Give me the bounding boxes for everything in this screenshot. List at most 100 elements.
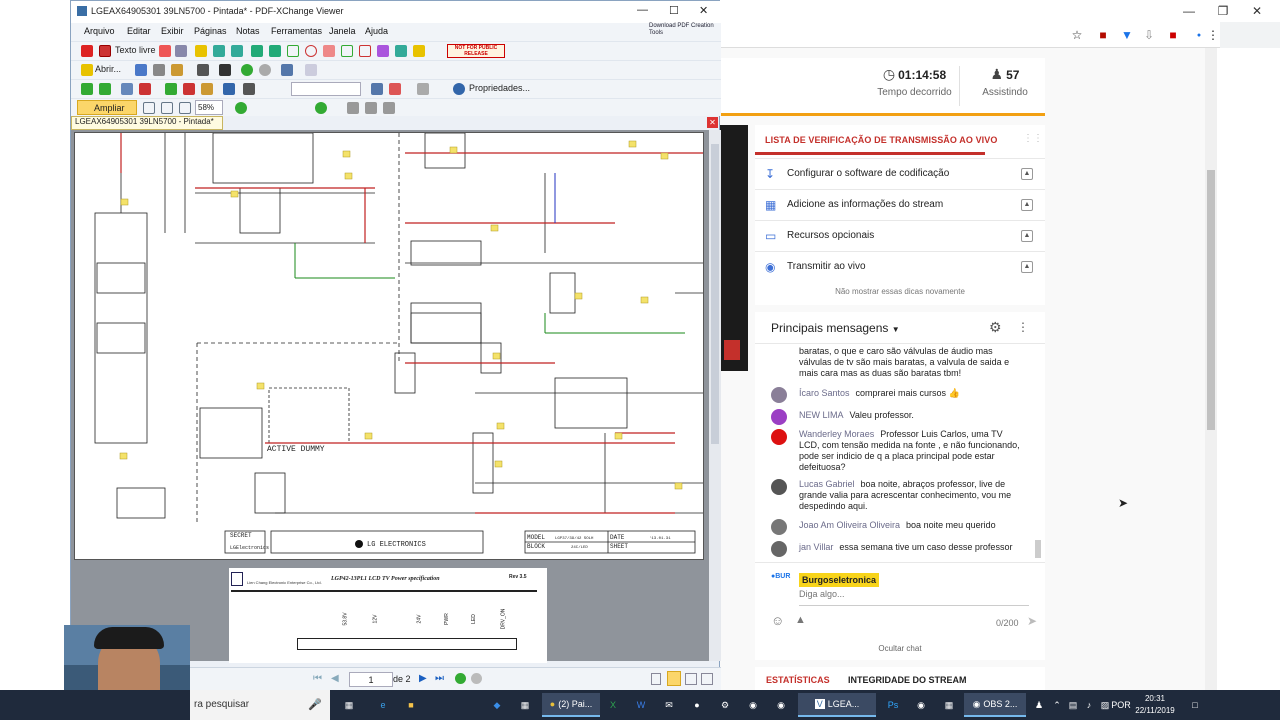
rectangle-icon[interactable] bbox=[287, 45, 299, 57]
properties-button[interactable]: Propriedades... bbox=[469, 83, 530, 93]
zoom-out-icon[interactable] bbox=[235, 102, 247, 114]
expand-icon[interactable]: ▲ bbox=[1021, 260, 1033, 273]
hide-tips-link[interactable]: Não mostrar essas dicas novamente bbox=[755, 287, 1045, 296]
back-icon[interactable] bbox=[241, 64, 253, 76]
ocr-icon[interactable] bbox=[219, 64, 231, 76]
strikeout-icon[interactable] bbox=[213, 45, 225, 57]
chat-author[interactable]: jan Villar bbox=[799, 542, 833, 552]
zoom-value-field[interactable]: 58% bbox=[195, 100, 223, 115]
textbox-icon[interactable] bbox=[175, 45, 187, 57]
notifications-icon[interactable]: □ bbox=[1185, 693, 1205, 717]
download-extension-icon[interactable]: ⇩ bbox=[1140, 26, 1158, 44]
network-icon[interactable]: ▤ bbox=[1066, 693, 1080, 717]
pencil-icon[interactable] bbox=[377, 45, 389, 57]
mail-icon[interactable]: ✉ bbox=[658, 693, 680, 717]
star-icon[interactable]: ☆ bbox=[1068, 26, 1086, 44]
gear-icon[interactable]: ⚙ bbox=[989, 319, 1002, 336]
expand-icon[interactable]: ▲ bbox=[1021, 198, 1033, 211]
document-tab[interactable]: LGEAX64905301 39LN5700 - Pintada* bbox=[71, 116, 223, 130]
drag-handle-icon[interactable]: ⋮⋮ bbox=[1023, 133, 1043, 144]
typewriter-icon[interactable] bbox=[99, 45, 111, 57]
camera-icon[interactable]: ◉ bbox=[910, 693, 932, 717]
properties-icon[interactable] bbox=[453, 83, 465, 95]
emoji-icon[interactable]: ☺ bbox=[771, 613, 784, 628]
maximize-icon[interactable]: ☐ bbox=[669, 4, 679, 17]
rotate-right-icon[interactable] bbox=[99, 83, 111, 95]
facing-continuous-icon[interactable] bbox=[701, 673, 713, 685]
select-tool-icon[interactable] bbox=[365, 102, 377, 114]
chat-author[interactable]: NEW LIMA bbox=[799, 410, 844, 420]
edge-icon[interactable]: e bbox=[372, 693, 394, 717]
print-icon[interactable] bbox=[153, 64, 165, 76]
menu-paginas[interactable]: Páginas bbox=[194, 26, 227, 36]
forward-view-icon[interactable] bbox=[471, 673, 482, 684]
people-tray-icon[interactable]: ♟ bbox=[1032, 693, 1046, 717]
calculator-icon[interactable]: ▦ bbox=[514, 693, 536, 717]
chat-input[interactable] bbox=[799, 589, 1019, 599]
underline-icon[interactable] bbox=[231, 45, 243, 57]
chat-author[interactable]: Joao Am Oliveira Oliveira bbox=[799, 520, 900, 530]
obs-taskbar-button[interactable]: ◉ OBS 2... bbox=[964, 693, 1026, 717]
super-chat-icon[interactable]: ▲ bbox=[795, 614, 806, 626]
menu-editar[interactable]: Editar bbox=[127, 26, 151, 36]
delete-page-icon[interactable] bbox=[183, 83, 195, 95]
facing-icon[interactable] bbox=[685, 673, 697, 685]
pages-icon[interactable] bbox=[121, 83, 133, 95]
back-view-icon[interactable] bbox=[455, 673, 466, 684]
open-button[interactable]: Abrir... bbox=[95, 64, 121, 74]
rotate-left-icon[interactable] bbox=[81, 83, 93, 95]
note-icon[interactable] bbox=[81, 45, 93, 57]
actual-size-icon[interactable] bbox=[179, 102, 191, 114]
minimize-icon[interactable]: — bbox=[637, 4, 648, 16]
chat-author[interactable]: Ícaro Santos bbox=[799, 388, 850, 398]
pdf-scrollbar[interactable] bbox=[709, 130, 721, 661]
hide-chat-button[interactable]: Ocultar chat bbox=[755, 644, 1045, 653]
extension-red-icon[interactable]: ■ bbox=[1164, 26, 1182, 44]
checklist-item-optional[interactable]: ▭ Recursos opcionais ▲ bbox=[755, 220, 1045, 250]
first-page-icon[interactable]: ⏮ bbox=[313, 673, 322, 684]
zoom-tool-button[interactable]: Ampliar bbox=[77, 100, 137, 115]
extract-icon[interactable] bbox=[201, 83, 213, 95]
last-page-icon[interactable]: ⏭ bbox=[435, 673, 444, 684]
continuous-icon[interactable] bbox=[667, 671, 681, 686]
link-icon[interactable] bbox=[223, 83, 235, 95]
prev-page-icon[interactable]: ◀ bbox=[331, 673, 339, 684]
menu-exibir[interactable]: Exibir bbox=[161, 26, 184, 36]
zoom-in-icon[interactable] bbox=[315, 102, 327, 114]
oval-icon[interactable] bbox=[305, 45, 317, 57]
extension-v-icon[interactable]: ▼ bbox=[1118, 26, 1136, 44]
cloud-icon[interactable] bbox=[323, 45, 335, 57]
fit-width-icon[interactable] bbox=[161, 102, 173, 114]
measure-icon[interactable] bbox=[243, 83, 255, 95]
language-indicator[interactable]: POR bbox=[1108, 693, 1134, 717]
word-icon[interactable]: W bbox=[630, 693, 652, 717]
chat-scrollbar[interactable] bbox=[1035, 540, 1041, 558]
document-area[interactable]: ACTIVE DUMMY SECRET LGElectronics LG ELE… bbox=[71, 130, 709, 663]
restore-icon[interactable]: ❐ bbox=[1206, 0, 1240, 22]
polyline-icon[interactable] bbox=[359, 45, 371, 57]
hand-tool-icon[interactable] bbox=[347, 102, 359, 114]
free-text-button[interactable]: Texto livre bbox=[115, 45, 156, 55]
menu-ajuda[interactable]: Ajuda bbox=[365, 26, 388, 36]
taskbar-search[interactable]: ra pesquisar 🎤 bbox=[190, 690, 330, 720]
chevron-up-icon[interactable]: ⌃ bbox=[1050, 693, 1064, 717]
close-icon[interactable]: ✕ bbox=[1240, 0, 1274, 22]
pdf-taskbar-button[interactable]: V LGEA... bbox=[798, 693, 876, 717]
crop-icon[interactable] bbox=[139, 83, 151, 95]
chat-author[interactable]: Lucas Gabriel bbox=[799, 479, 855, 489]
stamp-button[interactable]: NOT FOR PUBLIC RELEASE bbox=[447, 44, 505, 58]
insert-page-icon[interactable] bbox=[165, 83, 177, 95]
text-highlight-icon[interactable] bbox=[195, 45, 207, 57]
game-icon[interactable]: ● bbox=[686, 693, 708, 717]
line-icon[interactable] bbox=[269, 45, 281, 57]
folder-icon[interactable] bbox=[81, 64, 93, 76]
menu-arquivo[interactable]: Arquivo bbox=[84, 26, 115, 36]
callout-icon[interactable] bbox=[159, 45, 171, 57]
expand-icon[interactable]: ▲ bbox=[1021, 167, 1033, 180]
tray-clock[interactable]: 20:31 22/11/2019 bbox=[1135, 693, 1175, 717]
find-icon[interactable] bbox=[371, 83, 383, 95]
snapshot-icon[interactable] bbox=[383, 102, 395, 114]
microphone-icon[interactable]: 🎤 bbox=[308, 698, 322, 711]
acrobat-icon[interactable]: ■ bbox=[1094, 26, 1112, 44]
menu-dots-icon[interactable]: ⋮ bbox=[1204, 26, 1222, 44]
